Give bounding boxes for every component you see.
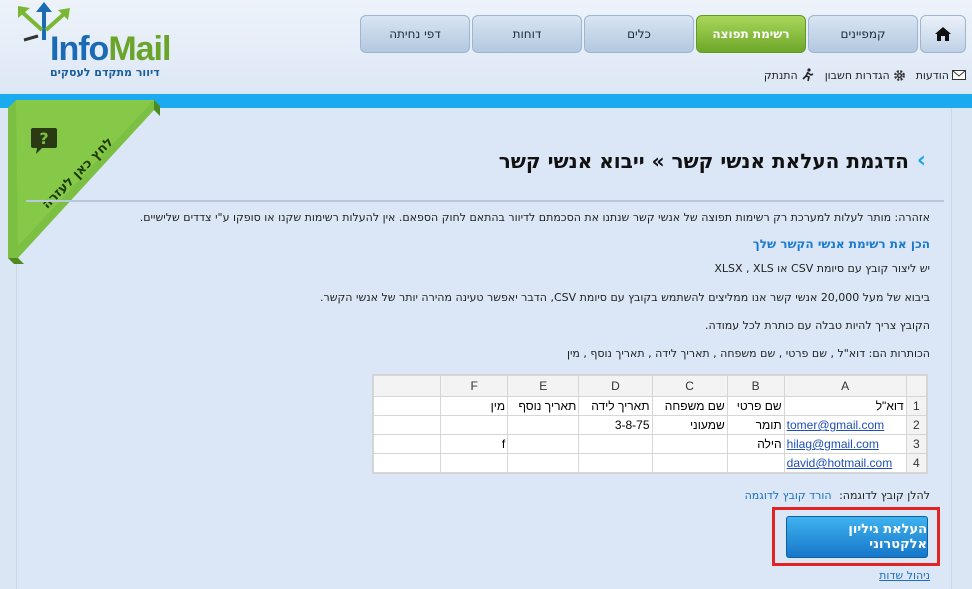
- sheet-cell: [507, 415, 580, 435]
- sheet-corner-cell: [905, 375, 928, 397]
- spam-warning: אזהרה: מותר לעלות למערכת רק רשימות תפוצה…: [139, 211, 930, 224]
- messages-link[interactable]: הודעות: [916, 69, 966, 82]
- sheet-col-d: D: [578, 375, 653, 397]
- nav-tab-mailing-list[interactable]: רשימת תפוצה: [696, 15, 806, 53]
- download-sample-link[interactable]: הורד קובץ לדוגמה: [745, 489, 832, 502]
- sheet-blank-cell: [372, 434, 442, 454]
- sheet-email-cell: tomer@gmail.com: [783, 415, 907, 435]
- logout-link[interactable]: התנתק: [764, 68, 815, 82]
- sheet-cell: [440, 415, 509, 435]
- nav-tab-campaigns[interactable]: קמפיינים: [808, 15, 918, 53]
- sheet-cell: [578, 434, 653, 454]
- logo-wordmark: InfoMail: [50, 30, 171, 69]
- sheet-col-f: F: [440, 375, 509, 397]
- sheet-row: david@hotmail.com 4: [372, 453, 928, 473]
- instruction-line-4: הכותרות הם: דוא"ל , שם פרטי , שם משפחה ,…: [566, 347, 930, 360]
- sheet-col-a: A: [783, 375, 907, 397]
- account-settings-label: הגדרות חשבון: [824, 68, 890, 82]
- upload-spreadsheet-button[interactable]: העלאת גיליון אלקטרוני: [786, 516, 928, 558]
- utility-bar: הודעות הגדרות חשבון התנתק: [754, 66, 966, 84]
- question-icon: ?: [31, 128, 57, 154]
- manage-fields-link[interactable]: ניהול שדות: [879, 569, 930, 582]
- sheet-cell: [651, 453, 728, 473]
- sheet-cell: דוא"ל: [783, 396, 907, 416]
- sheet-blank-cell: [372, 396, 442, 416]
- sheet-blank-cell: [372, 375, 442, 397]
- sheet-cell: [651, 434, 728, 454]
- sheet-row-number: 2: [905, 415, 928, 435]
- sample-file-label: להלן קובץ לדוגמה:: [839, 489, 930, 502]
- sheet-row: מין תאריך נוסף תאריך לידה שם משפחה שם פר…: [372, 396, 928, 416]
- svg-text:?: ?: [39, 129, 48, 148]
- sheet-blank-cell: [372, 415, 442, 435]
- sheet-cell: [578, 453, 653, 473]
- page-title: › הדגמת העלאת אנשי קשר » ייבוא אנשי קשר: [499, 148, 926, 173]
- account-settings-link[interactable]: הגדרות חשבון: [825, 69, 906, 82]
- sheet-cell: תאריך נוסף: [507, 396, 580, 416]
- sheet-cell: תומר: [726, 415, 785, 435]
- nav-home-button[interactable]: [920, 15, 966, 53]
- title-divider: [26, 200, 944, 202]
- sheet-blank-cell: [372, 453, 442, 473]
- instruction-line-3: הקובץ צריך להיות טבלה עם כותרת לכל עמודה…: [705, 319, 930, 332]
- sheet-cell: תאריך לידה: [578, 396, 653, 416]
- sheet-cell: הילה: [726, 434, 785, 454]
- nav-tab-landing-pages[interactable]: דפי נחיתה: [360, 15, 470, 53]
- sheet-email-cell: hilag@gmail.com: [783, 434, 907, 454]
- sample-sheet-table: F E D C B A מין תאריך נוסף תאריך לידה שם…: [372, 375, 928, 473]
- sheet-row-number: 4: [905, 453, 928, 473]
- sheet-column-header-row: F E D C B A: [372, 375, 928, 397]
- envelope-icon: [952, 70, 966, 80]
- section-heading: הכן את רשימת אנשי הקשר שלך: [752, 237, 930, 251]
- home-icon: [935, 27, 951, 41]
- logo-tagline: דיוור מתקדם לעסקים: [50, 66, 160, 79]
- sheet-email-cell: david@hotmail.com: [783, 453, 907, 473]
- sheet-cell: [440, 453, 509, 473]
- logout-label: התנתק: [763, 68, 798, 82]
- help-ribbon-shape: [8, 100, 160, 264]
- running-man-icon: [802, 68, 814, 82]
- sheet-cell: [507, 434, 580, 454]
- sample-spreadsheet-image: F E D C B A מין תאריך נוסף תאריך לידה שם…: [372, 374, 928, 474]
- infomail-logo[interactable]: InfoMail דיוור מתקדם לעסקים: [14, 0, 171, 84]
- main-nav: קמפיינים רשימת תפוצה כלים דוחות דפי נחית…: [358, 15, 966, 53]
- logo-mail: Mail: [108, 30, 171, 68]
- sheet-row-number: 3: [905, 434, 928, 454]
- logo-info: Info: [50, 30, 109, 68]
- instruction-line-2: ביבוא של מעל 20,000 אנשי קשר אנו ממליצים…: [320, 291, 930, 304]
- sheet-row-number: 1: [905, 396, 928, 416]
- sheet-col-b: B: [726, 375, 785, 397]
- sheet-col-e: E: [507, 375, 580, 397]
- nav-tab-tools[interactable]: כלים: [584, 15, 694, 53]
- sheet-cell: שמעוני: [651, 415, 728, 435]
- gear-icon: [893, 69, 905, 81]
- sheet-cell: מין: [440, 396, 509, 416]
- sheet-cell: 3-8-75: [578, 415, 653, 435]
- sheet-cell: [507, 453, 580, 473]
- nav-tab-reports[interactable]: דוחות: [472, 15, 582, 53]
- sheet-col-c: C: [651, 375, 728, 397]
- sheet-cell: [726, 453, 785, 473]
- header: InfoMail דיוור מתקדם לעסקים קמפיינים רשי…: [0, 0, 972, 96]
- instruction-line-1: יש ליצור קובץ עם סיומת CSV או XLSX , XLS: [714, 262, 930, 275]
- sheet-row: f הילה hilag@gmail.com 3: [372, 434, 928, 454]
- messages-label: הודעות: [915, 68, 949, 82]
- sample-file-row: להלן קובץ לדוגמה: הורד קובץ לדוגמה: [745, 489, 930, 502]
- sheet-row: 3-8-75 שמעוני תומר tomer@gmail.com 2: [372, 415, 928, 435]
- sheet-cell: f: [440, 434, 509, 454]
- title-chevron-icon: ›: [916, 148, 926, 173]
- sheet-cell: שם משפחה: [651, 396, 728, 416]
- help-ribbon[interactable]: ? לחץ כאן לעזרה: [4, 96, 164, 266]
- sheet-cell: שם פרטי: [726, 396, 785, 416]
- page-title-text: הדגמת העלאת אנשי קשר » ייבוא אנשי קשר: [498, 148, 909, 173]
